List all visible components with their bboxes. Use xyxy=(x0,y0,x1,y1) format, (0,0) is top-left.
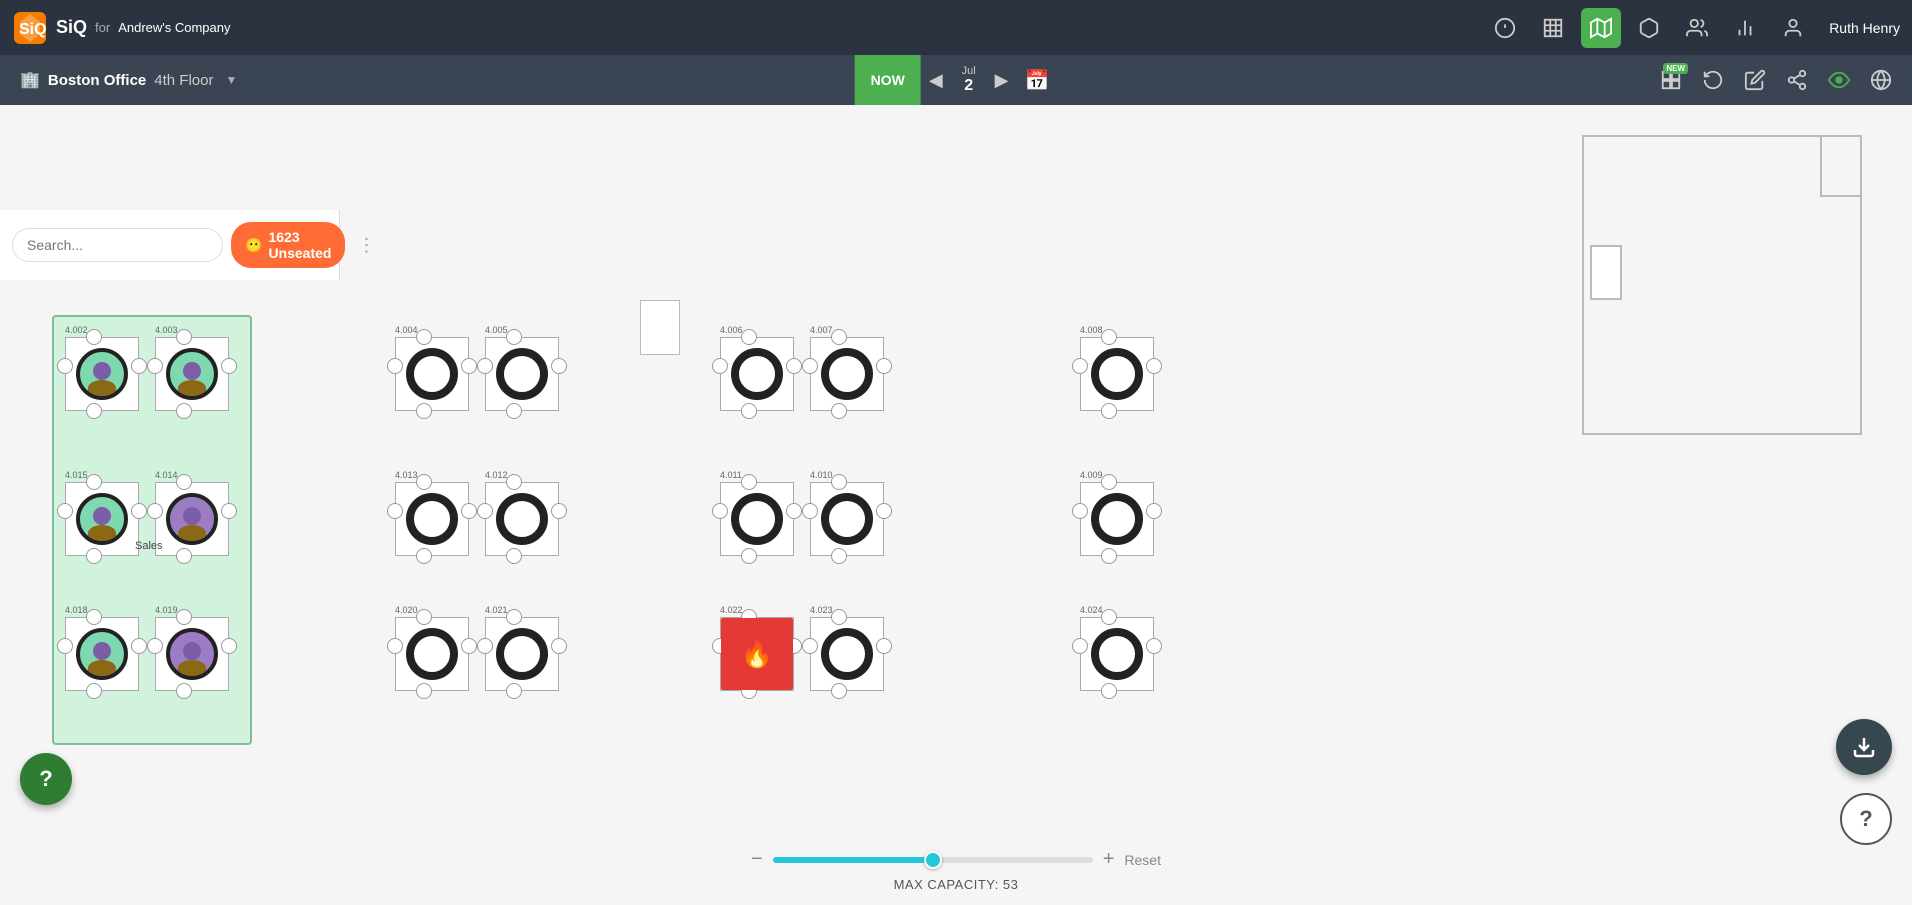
floor-plan: Sales 4.002 4.003 xyxy=(0,105,1912,905)
desk-4003[interactable]: 4.003 xyxy=(155,325,229,411)
desk-4009[interactable]: 4.009 xyxy=(1080,470,1154,556)
desk-4015[interactable]: 4.015 xyxy=(65,470,139,556)
prev-date-btn[interactable]: ◀ xyxy=(921,66,951,95)
box-nav-btn[interactable] xyxy=(1629,8,1669,48)
user-name: Ruth Henry xyxy=(1829,20,1900,36)
building-name: Boston Office xyxy=(48,72,146,89)
chart-nav-btn[interactable] xyxy=(1725,8,1765,48)
desk-4013[interactable]: 4.013 xyxy=(395,470,469,556)
help2-icon: ? xyxy=(1859,806,1872,832)
sidebar-panel: 😶 1623 Unseated ⋮ xyxy=(0,210,340,280)
fire-marker: 🔥 xyxy=(721,618,793,690)
user-avatar-btn[interactable] xyxy=(1773,8,1813,48)
next-date-btn[interactable]: ▶ xyxy=(987,66,1017,95)
capacity-slider-row: − + Reset xyxy=(751,848,1161,871)
desk-4005[interactable]: 4.005 xyxy=(485,325,559,411)
nav2-right: NEW xyxy=(1652,61,1900,99)
floor-notch xyxy=(1820,137,1860,197)
logo-area: SiQ SiQ for Andrew's Company xyxy=(12,10,231,46)
download-fab-btn[interactable] xyxy=(1836,719,1892,775)
unseated-face-icon: 😶 xyxy=(245,237,262,254)
desk-4002[interactable]: 4.002 xyxy=(65,325,139,411)
desk-4008[interactable]: 4.008 xyxy=(1080,325,1154,411)
sales-label: Sales xyxy=(135,540,163,552)
help2-fab-btn[interactable]: ? xyxy=(1840,793,1892,845)
floor-name: 4th Floor xyxy=(154,72,213,89)
slider-plus-btn[interactable]: + xyxy=(1103,848,1115,871)
share-btn[interactable] xyxy=(1778,61,1816,99)
second-nav: 🏢 Boston Office 4th Floor ▼ NOW ◀ Jul 2 … xyxy=(0,55,1912,105)
floor-canvas[interactable]: Sales 4.002 4.003 xyxy=(0,105,1912,905)
reset-btn[interactable]: Reset xyxy=(1124,852,1161,868)
help-fab-btn[interactable]: ? xyxy=(20,753,72,805)
alert-nav-btn[interactable] xyxy=(1485,8,1525,48)
company-label: Andrew's Company xyxy=(118,20,230,35)
bottom-bar: − + Reset MAX CAPACITY: 53 xyxy=(0,835,1912,905)
slider-thumb[interactable] xyxy=(924,851,942,869)
people-nav-btn[interactable] xyxy=(1677,8,1717,48)
svg-text:SiQ: SiQ xyxy=(19,21,47,38)
floor-plan-btn[interactable]: NEW xyxy=(1652,61,1690,99)
desk-4020[interactable]: 4.020 xyxy=(395,605,469,691)
floor-outline xyxy=(1582,135,1862,435)
unseated-badge[interactable]: 😶 1623 Unseated xyxy=(231,222,345,268)
room-box xyxy=(1590,245,1622,300)
search-row: 😶 1623 Unseated ⋮ xyxy=(12,222,327,268)
day-label: 2 xyxy=(964,77,973,95)
slider-fill xyxy=(773,857,933,863)
desk-4006[interactable]: 4.006 xyxy=(720,325,794,411)
month-label: Jul xyxy=(962,65,976,77)
max-capacity-label: MAX CAPACITY: 53 xyxy=(894,877,1019,892)
globe-btn[interactable] xyxy=(1862,61,1900,99)
top-nav: SiQ SiQ for Andrew's Company Ruth Henry xyxy=(0,0,1912,55)
logo-label: SiQ xyxy=(56,17,87,38)
search-input[interactable] xyxy=(12,228,223,262)
more-options-btn[interactable]: ⋮ xyxy=(353,231,379,260)
desk-4024[interactable]: 4.024 xyxy=(1080,605,1154,691)
desk-4007[interactable]: 4.007 xyxy=(810,325,884,411)
now-button[interactable]: NOW xyxy=(855,55,921,105)
desk-4012[interactable]: 4.012 xyxy=(485,470,559,556)
building-selector[interactable]: 🏢 Boston Office 4th Floor ▼ xyxy=(12,66,245,94)
desk-4019[interactable]: 4.019 xyxy=(155,605,229,691)
capacity-slider[interactable] xyxy=(773,857,1093,863)
edit-btn[interactable] xyxy=(1736,61,1774,99)
for-label: for xyxy=(95,20,110,35)
building-nav-btn[interactable] xyxy=(1533,8,1573,48)
desk-4011[interactable]: 4.011 xyxy=(720,470,794,556)
unseated-count: 1623 Unseated xyxy=(268,229,331,261)
desk-4021[interactable]: 4.021 xyxy=(485,605,559,691)
slider-minus-btn[interactable]: − xyxy=(751,848,763,871)
desk-4022[interactable]: 4.022 🔥 xyxy=(720,605,794,691)
desk-4004[interactable]: 4.004 xyxy=(395,325,469,411)
eye-btn[interactable] xyxy=(1820,61,1858,99)
rotate-btn[interactable] xyxy=(1694,61,1732,99)
chevron-down-icon: ▼ xyxy=(225,73,237,87)
siq-logo: SiQ xyxy=(12,10,48,46)
map-nav-btn[interactable] xyxy=(1581,8,1621,48)
desk-4010[interactable]: 4.010 xyxy=(810,470,884,556)
help-icon: ? xyxy=(39,766,52,792)
small-room xyxy=(640,300,680,355)
building-icon: 🏢 xyxy=(20,70,40,90)
new-badge: NEW xyxy=(1663,63,1688,74)
desk-4014[interactable]: 4.014 xyxy=(155,470,229,556)
calendar-icon[interactable]: 📅 xyxy=(1017,64,1058,97)
desk-4018[interactable]: 4.018 xyxy=(65,605,139,691)
desk-4023[interactable]: 4.023 xyxy=(810,605,884,691)
